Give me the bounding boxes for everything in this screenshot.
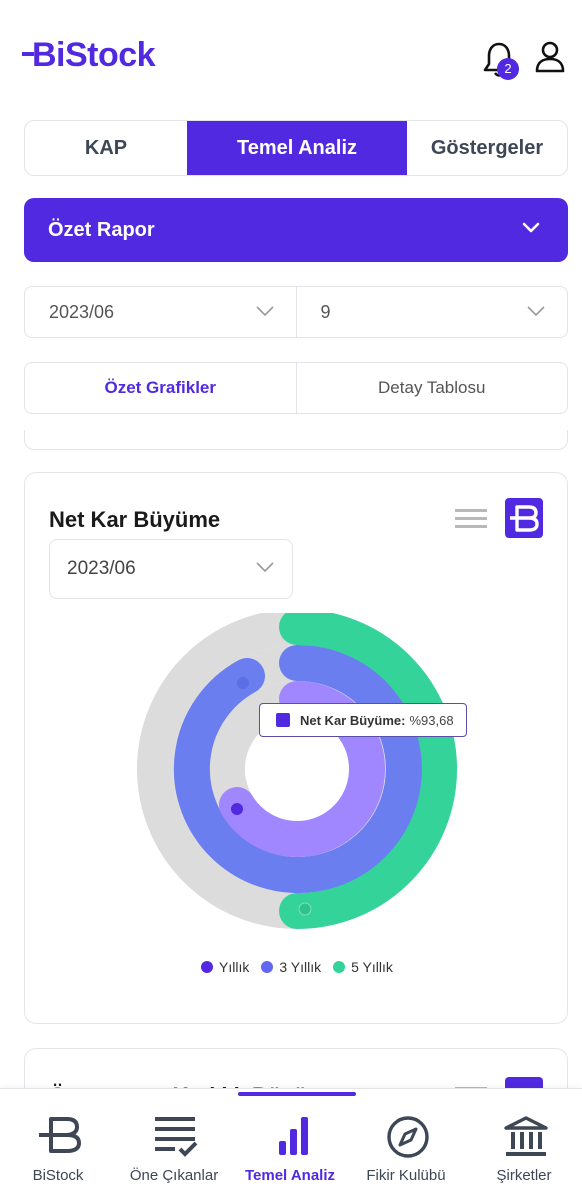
nav-label: BiStock [32,1167,84,1184]
legend-label: 3 Yıllık [279,959,322,975]
nav-fikir-kulubu[interactable]: Fikir Kulübü [348,1089,464,1200]
menu-icon[interactable] [455,507,487,531]
main-tabs: KAP Temel Analiz Göstergeler [24,120,568,176]
series-yillik-marker [231,803,243,815]
chevron-down-icon [255,306,274,317]
brand-name: BiStock [32,36,156,74]
nav-temel-analiz[interactable]: Temel Analiz [232,1089,348,1200]
legend-dot [201,961,213,973]
chart-legend: Yıllık 3 Yıllık 5 Yıllık [201,959,393,975]
tab-ozet-grafikler[interactable]: Özet Grafikler [25,363,296,413]
tooltip-series-name: Net Kar Büyüme: [300,712,406,728]
bar-chart-icon [279,1117,308,1155]
chevron-down-icon [256,562,274,573]
chevron-down-icon [522,222,540,233]
legend-item-3-yillik[interactable]: 3 Yıllık [261,959,321,975]
app-header: BiStock 2 [0,0,582,110]
compass-icon [387,1116,429,1158]
radial-chart [137,613,457,929]
net-kar-card: Net Kar Büyüme 2023/06 Net Kar Büyüme: %… [24,472,568,1024]
card-title: Net Kar Büyüme [49,507,221,532]
sub-tabs: Özet Grafikler Detay Tablosu [24,362,568,414]
previous-card-edge [24,430,568,450]
report-dropdown[interactable]: Özet Rapor [24,198,568,262]
list-check-icon [155,1117,198,1157]
bank-icon [504,1116,548,1156]
card-period-value: 2023/06 [67,558,136,579]
nav-sirketler[interactable]: Şirketler [466,1089,582,1200]
user-icon[interactable] [534,40,566,74]
legend-dot [261,961,274,973]
nav-label: Temel Analiz [244,1167,336,1184]
nav-bistock[interactable]: BiStock [0,1089,116,1200]
count-select-value: 9 [320,301,331,322]
period-selects: 2023/06 9 [24,286,568,338]
period-select-value: 2023/06 [49,301,115,322]
nav-label: Öne Çıkanlar [129,1167,219,1184]
nav-label: Fikir Kulübü [366,1167,446,1184]
series-5-yillik-marker [298,902,312,916]
bottom-navigation: BiStock Öne Çıkanlar Temel Analiz Fikir … [0,1088,582,1200]
tab-gostergeler[interactable]: Göstergeler [407,121,567,175]
period-select[interactable]: 2023/06 [25,287,296,337]
card-period-select[interactable]: 2023/06 [49,539,293,599]
tooltip-swatch [276,713,290,727]
legend-item-5-yillik[interactable]: 5 Yıllık [333,959,393,975]
bistock-logo-icon [39,1117,81,1153]
legend-item-yillik[interactable]: Yıllık [201,959,249,975]
nav-label: Şirketler [496,1167,552,1184]
bistock-b-icon[interactable] [505,498,543,538]
chevron-down-icon [527,306,545,317]
bistock-logo[interactable]: BiStock [22,36,156,75]
tab-temel-analiz[interactable]: Temel Analiz [187,121,407,175]
logo-dash [22,52,34,57]
notification-badge: 2 [497,58,519,80]
nav-one-cikanlar[interactable]: Öne Çıkanlar [116,1089,232,1200]
count-select[interactable]: 9 [295,287,568,337]
tab-detay-tablosu[interactable]: Detay Tablosu [295,363,568,413]
tab-kap[interactable]: KAP [25,121,187,175]
legend-label: Yıllık [219,959,250,975]
tooltip-value: %93,68 [409,712,454,728]
legend-dot [333,961,346,973]
legend-label: 5 Yıllık [351,959,393,975]
series-3-yillik-marker [237,677,249,689]
report-dropdown-label: Özet Rapor [48,218,155,241]
chart-tooltip: Net Kar Büyüme: %93,68 [259,703,467,737]
